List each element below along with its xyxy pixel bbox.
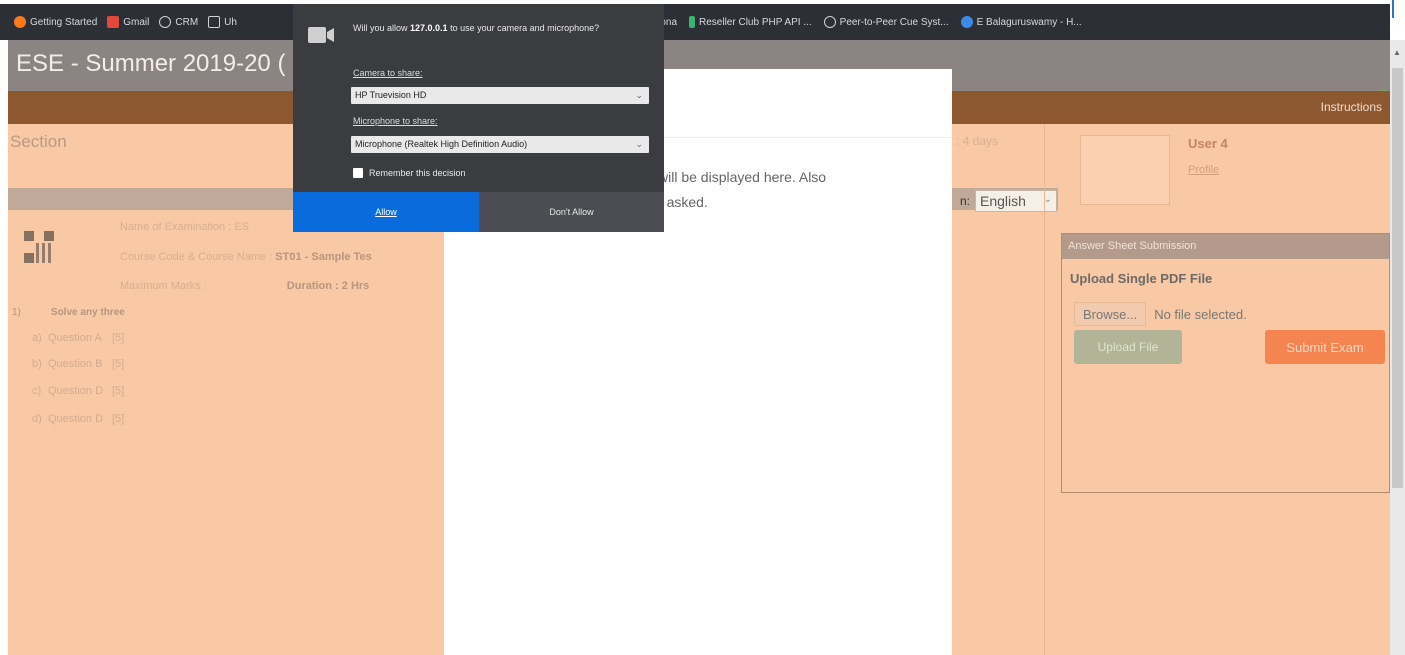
bookmark-gmail[interactable]: Gmail	[107, 16, 149, 28]
remember-decision[interactable]: Remember this decision	[353, 168, 466, 178]
folder-icon	[208, 16, 221, 28]
file-status: No file selected.	[1154, 306, 1247, 322]
bookmark-uh[interactable]: Uh	[208, 16, 237, 28]
bookmark-reseller-club[interactable]: Reseller Club PHP API ...	[689, 16, 812, 28]
profile-link[interactable]: Profile	[1188, 164, 1219, 176]
allow-button[interactable]: Allow	[293, 192, 479, 232]
sub-question: a) Question A [5]	[32, 332, 125, 344]
days-left: : 4 days	[956, 134, 999, 148]
bookmark-getting-started[interactable]: Getting Started	[14, 16, 97, 28]
dont-allow-button[interactable]: Don't Allow	[479, 192, 664, 232]
sub-question: d) Question D [5]	[32, 413, 125, 425]
sub-question: c) Question D [5]	[32, 385, 125, 397]
answer-sheet-heading: Answer Sheet Submission	[1062, 234, 1389, 259]
scroll-thumb[interactable]	[1392, 68, 1403, 488]
firefox-icon	[14, 16, 26, 28]
scroll-up-icon[interactable]: ▲	[1393, 48, 1401, 57]
camera-icon	[308, 27, 334, 43]
submit-exam-button[interactable]: Submit Exam	[1265, 330, 1385, 364]
camera-select[interactable]: HP Truevision HD ⌄	[351, 87, 649, 104]
globe-icon	[159, 16, 172, 28]
s-icon	[960, 16, 973, 28]
camera-permission-popup: Will you allow 127.0.0.1 to use your cam…	[293, 4, 664, 232]
bookmarks-bar: Getting Started Gmail CRM Uh rona Resell…	[0, 4, 1390, 40]
bookmark-balaguruswamy[interactable]: E Balaguruswamy - H...	[960, 16, 1082, 28]
bookmark-peer-to-peer[interactable]: Peer-to-Peer Cue Syst...	[823, 16, 949, 28]
upload-file-button[interactable]: Upload File	[1074, 330, 1182, 364]
language-label: n:	[960, 194, 971, 208]
camera-label: Camera to share:	[353, 68, 423, 78]
microphone-select[interactable]: Microphone (Realtek High Definition Audi…	[351, 136, 649, 153]
remember-checkbox[interactable]	[353, 168, 363, 178]
instructions-link[interactable]: Instructions	[1321, 100, 1382, 114]
qr-code-icon	[24, 231, 54, 265]
window-edge-line	[1392, 0, 1394, 18]
section-label: Section	[10, 132, 67, 151]
question-1: 1) Solve any three	[12, 307, 125, 318]
chevron-down-icon: ⌄	[635, 139, 643, 149]
marks-duration: Maximum Marks : Duration : 2 Hrs	[120, 280, 370, 292]
file-input[interactable]: Browse... No file selected.	[1074, 302, 1247, 326]
globe-icon	[823, 16, 836, 28]
upload-title: Upload Single PDF File	[1070, 271, 1213, 286]
course-name: Course Code & Course Name : ST01 - Sampl…	[120, 251, 372, 263]
bookmark-icon	[689, 16, 696, 28]
avatar	[1080, 135, 1170, 205]
modal-text-line-1: w will be displayed here. Also	[644, 169, 827, 185]
browse-button[interactable]: Browse...	[1074, 302, 1147, 326]
page-title: ESE - Summer 2019-20 (	[16, 50, 286, 77]
answer-sheet-panel: Answer Sheet Submission Upload Single PD…	[1061, 233, 1390, 493]
column-divider	[1044, 124, 1045, 655]
bookmark-crm[interactable]: CRM	[159, 16, 198, 28]
mail-icon	[107, 16, 120, 28]
chevron-down-icon: ⌄	[635, 90, 643, 100]
microphone-label: Microphone to share:	[353, 116, 438, 126]
permission-message: Will you allow 127.0.0.1 to use your cam…	[353, 23, 600, 33]
sub-question: b) Question B [5]	[32, 358, 125, 370]
user-name: User 4	[1188, 136, 1228, 151]
page-scrollbar[interactable]: ▲	[1390, 40, 1405, 655]
exam-name: Name of Examination : ES	[120, 221, 250, 233]
